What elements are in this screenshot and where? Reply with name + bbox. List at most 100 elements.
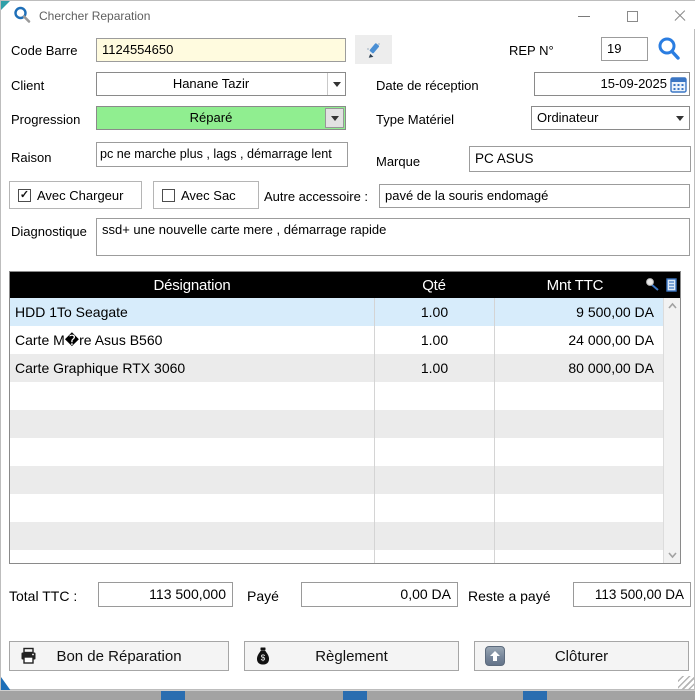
table-body: HDD 1To Seagate1.009 500,00 DACarte M�re… — [10, 298, 664, 564]
avec-chargeur-group[interactable]: ✓ Avec Chargeur — [9, 181, 142, 209]
cell-mnt-ttc[interactable]: 9 500,00 DA — [494, 298, 664, 326]
table-row[interactable]: Carte M�re Asus B5601.0024 000,00 DA — [10, 326, 664, 354]
cell-mnt-ttc[interactable] — [494, 466, 664, 494]
filter-icon[interactable] — [665, 278, 678, 293]
marque-input[interactable]: PC ASUS — [469, 146, 691, 172]
cell-mnt-ttc[interactable]: 24 000,00 DA — [494, 326, 664, 354]
maximize-button[interactable] — [617, 5, 647, 27]
calendar-icon[interactable] — [670, 76, 687, 100]
pin-icon[interactable] — [645, 277, 661, 293]
avec-chargeur-checkbox[interactable]: ✓ — [18, 189, 31, 202]
cell-mnt-ttc[interactable] — [494, 494, 664, 522]
type-materiel-value: Ordinateur — [532, 107, 671, 129]
pencil-icon — [364, 40, 384, 60]
rep-number-input[interactable]: 19 — [601, 37, 648, 61]
cell-qte[interactable] — [374, 550, 494, 564]
cell-qte[interactable] — [374, 466, 494, 494]
cell-designation[interactable]: Carte M�re Asus B560 — [10, 332, 374, 349]
cell-designation[interactable]: HDD 1To Seagate — [10, 304, 374, 320]
avec-sac-group[interactable]: Avec Sac — [153, 181, 259, 209]
close-button[interactable] — [665, 5, 695, 27]
chevron-down-icon[interactable] — [671, 107, 689, 129]
reglement-button[interactable]: $ Règlement — [244, 641, 459, 671]
minimize-icon — [578, 16, 590, 17]
bon-de-reparation-button[interactable]: Bon de Réparation — [9, 641, 229, 671]
reglement-label: Règlement — [315, 648, 388, 665]
cell-mnt-ttc[interactable] — [494, 550, 664, 564]
cell-qte[interactable] — [374, 438, 494, 466]
table-row[interactable]: HDD 1To Seagate1.009 500,00 DA — [10, 298, 664, 326]
client-combo[interactable]: Hanane Tazir — [96, 72, 346, 96]
cloturer-label: Clôturer — [555, 648, 608, 665]
diagnostique-textarea[interactable]: ssd+ une nouvelle carte mere , démarrage… — [96, 218, 690, 256]
cell-qte[interactable]: 1.00 — [374, 354, 494, 382]
col-header-qte[interactable]: Qté — [374, 277, 494, 294]
scroll-up-icon[interactable] — [668, 302, 677, 311]
scroll-down-icon[interactable] — [668, 551, 677, 560]
table-row[interactable] — [10, 382, 664, 410]
reste-a-paye-label: Reste a payé — [468, 588, 551, 604]
table-row[interactable] — [10, 438, 664, 466]
close-icon — [674, 10, 686, 22]
autre-accessoire-input[interactable]: pavé de la souris endomagé — [379, 184, 690, 208]
cell-qte[interactable]: 1.00 — [374, 298, 494, 326]
cell-qte[interactable] — [374, 522, 494, 550]
col-header-designation[interactable]: Désignation — [10, 277, 374, 294]
cell-designation[interactable]: Carte Graphique RTX 3060 — [10, 360, 374, 376]
type-materiel-combo[interactable]: Ordinateur — [531, 106, 690, 130]
raison-input[interactable]: pc ne marche plus , lags , démarrage len… — [96, 142, 348, 167]
cell-qte[interactable]: 1.00 — [374, 326, 494, 354]
table-scrollbar[interactable] — [663, 298, 680, 564]
cell-mnt-ttc[interactable] — [494, 410, 664, 438]
client-value: Hanane Tazir — [97, 73, 325, 95]
cell-mnt-ttc[interactable] — [494, 382, 664, 410]
background-strip-segment — [343, 691, 367, 700]
table-row[interactable] — [10, 410, 664, 438]
col-header-mnt[interactable]: Mnt TTC — [494, 277, 656, 294]
chevron-down-icon[interactable] — [325, 108, 344, 128]
avec-sac-checkbox[interactable] — [162, 189, 175, 202]
cell-mnt-ttc[interactable] — [494, 438, 664, 466]
code-barre-label: Code Barre — [11, 43, 77, 58]
title-bar[interactable]: Chercher Reparation — [1, 1, 695, 29]
rep-search-button[interactable] — [656, 36, 682, 67]
table-row[interactable]: Carte Graphique RTX 30601.0080 000,00 DA — [10, 354, 664, 382]
table-row[interactable] — [10, 494, 664, 522]
reste-a-paye-field[interactable]: 113 500,00 DA — [573, 582, 691, 607]
date-reception-picker[interactable]: 15-09-2025 — [534, 72, 690, 96]
table-row[interactable] — [10, 522, 664, 550]
cloturer-button[interactable]: Clôturer — [474, 641, 689, 671]
money-bag-icon: $ — [255, 647, 271, 665]
type-materiel-label: Type Matériel — [376, 112, 454, 127]
cell-mnt-ttc[interactable] — [494, 522, 664, 550]
cell-qte[interactable] — [374, 410, 494, 438]
cell-mnt-ttc[interactable]: 80 000,00 DA — [494, 354, 664, 382]
cell-qte[interactable] — [374, 494, 494, 522]
minimize-button[interactable] — [569, 5, 599, 27]
progression-combo[interactable]: Réparé — [96, 106, 346, 130]
diagnostique-label: Diagnostique — [11, 224, 87, 239]
background-artifact — [1, 1, 10, 10]
background-strip-segment — [161, 691, 185, 700]
resize-grip[interactable] — [678, 676, 694, 691]
edit-barcode-button[interactable] — [355, 35, 392, 64]
table-row[interactable] — [10, 550, 664, 564]
table-header[interactable]: Désignation Qté Mnt TTC — [10, 272, 680, 298]
paye-field[interactable]: 0,00 DA — [301, 582, 458, 607]
autre-accessoire-label: Autre accessoire : — [264, 189, 368, 204]
bon-de-reparation-label: Bon de Réparation — [56, 648, 181, 665]
code-barre-input[interactable]: 1124554650 — [96, 38, 346, 62]
total-ttc-field[interactable]: 113 500,000 — [98, 582, 233, 607]
window-title: Chercher Reparation — [39, 9, 150, 23]
search-icon — [656, 36, 682, 62]
raison-label: Raison — [11, 150, 51, 165]
total-ttc-label: Total TTC : — [9, 588, 77, 604]
table-row[interactable] — [10, 466, 664, 494]
date-reception-value: 15-09-2025 — [535, 73, 667, 95]
progression-label: Progression — [11, 112, 80, 127]
avec-chargeur-label: Avec Chargeur — [37, 188, 123, 203]
date-reception-label: Date de réception — [376, 78, 479, 93]
chevron-down-icon[interactable] — [327, 73, 345, 95]
cell-qte[interactable] — [374, 382, 494, 410]
maximize-icon — [627, 11, 638, 22]
